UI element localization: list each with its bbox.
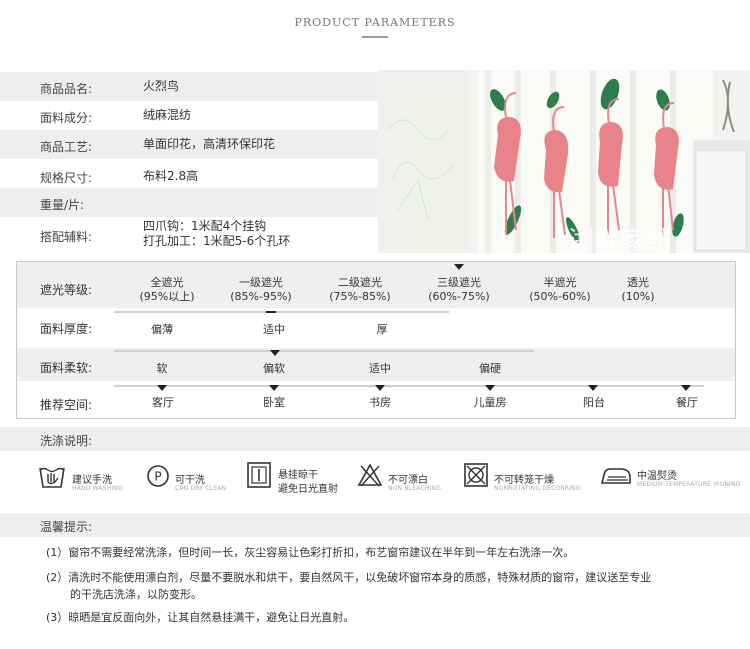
wash-label: 不可漂白 bbox=[388, 475, 428, 486]
param-label: 面料成分: bbox=[40, 111, 93, 125]
wash-label: 建议手洗 bbox=[72, 475, 112, 486]
param-value: 四爪钩：1米配4个挂钩 bbox=[143, 219, 267, 233]
param-label: 商品品名: bbox=[40, 82, 93, 96]
room-option: 客厅 bbox=[152, 396, 174, 409]
param-label: 商品工艺: bbox=[40, 140, 93, 154]
wash-label: 可干洗 bbox=[175, 475, 205, 486]
watermark: 湖畔家纺 bbox=[568, 227, 672, 253]
hang-dry-icon bbox=[247, 462, 271, 488]
iron-medium-icon bbox=[600, 468, 631, 484]
flamingo-curtain-image: 湖畔家纺 bbox=[378, 70, 750, 253]
hand-wash-icon bbox=[39, 467, 65, 488]
room-option: 餐厅 bbox=[676, 396, 698, 409]
thickness-option: 厚 bbox=[376, 323, 388, 336]
scale-bar bbox=[114, 311, 449, 313]
tip-item: (3）晾晒是宜反面向外，让其自然悬挂满干，避免让日光直射。 bbox=[46, 611, 355, 624]
page-title: PRODUCT PARAMETERS bbox=[294, 16, 456, 29]
selected-marker-icon bbox=[270, 350, 280, 356]
room-marker-icon bbox=[157, 385, 167, 391]
no-tumble-dry-icon bbox=[464, 463, 488, 487]
softness-option: 适中 bbox=[369, 362, 391, 375]
wash-label: 中温熨烫 bbox=[637, 471, 677, 482]
wash-sub: CAN DRY CLEAN bbox=[175, 485, 227, 492]
tips-title: 温馨提示: bbox=[40, 520, 93, 534]
room-option: 卧室 bbox=[263, 396, 285, 409]
rooms-row: 推荐空间: 客厅 卧室 书房 儿童房 阳台 餐厅 bbox=[17, 383, 735, 418]
product-photo: 湖畔家纺 bbox=[378, 70, 750, 253]
param-row: 商品品名: 火烈鸟 bbox=[0, 72, 378, 101]
dry-clean-icon: P bbox=[147, 465, 169, 487]
wash-sub: MEDIUM TEMPERATURE IRONING bbox=[637, 481, 741, 488]
param-row: 规格尺寸: 布料2.8高 bbox=[0, 159, 378, 188]
scale-bar bbox=[114, 385, 704, 387]
shading-option: 一级遮光 (85%-95%) bbox=[230, 276, 292, 303]
shading-label: 遮光等级: bbox=[40, 283, 93, 297]
selected-marker-icon bbox=[266, 311, 276, 313]
softness-option: 偏硬 bbox=[479, 362, 501, 375]
softness-option: 软 bbox=[156, 362, 168, 375]
washing-title: 洗涤说明: bbox=[40, 434, 93, 448]
room-marker-icon bbox=[375, 385, 385, 391]
shading-option: 全遮光 (95%以上) bbox=[139, 276, 195, 303]
wash-label: 悬挂晾干 bbox=[278, 470, 318, 481]
thickness-option: 偏薄 bbox=[151, 323, 173, 336]
shading-option: 二级遮光 (75%-85%) bbox=[329, 276, 391, 303]
thickness-label: 面料厚度: bbox=[40, 322, 93, 336]
washing-header: 洗涤说明: bbox=[0, 427, 750, 451]
tip-item: (1）窗帘不需要经常洗涤，但时间一长，灰尘容易让色彩打折扣，布艺窗帘建议在半年到… bbox=[46, 546, 575, 559]
shading-row: 遮光等级: 全遮光 (95%以上) 一级遮光 (85%-95%) 二级遮光 (75%-… bbox=[17, 262, 735, 308]
room-marker-icon bbox=[269, 385, 279, 391]
shading-option: 透光 (10%) bbox=[621, 276, 655, 303]
param-row: 搭配辅料: 四爪钩：1米配4个挂钩 打孔加工：1米配5-6个孔环 bbox=[0, 217, 378, 253]
wash-label: 不可转笼干燥 bbox=[494, 475, 554, 486]
no-bleach-icon bbox=[357, 463, 383, 487]
softness-label: 面料柔软: bbox=[40, 361, 93, 375]
room-marker-icon bbox=[588, 385, 598, 391]
softness-option: 偏软 bbox=[263, 362, 285, 375]
param-value: 单面印花，高清环保印花 bbox=[143, 137, 276, 151]
param-value-line2: 打孔加工：1米配5-6个孔环 bbox=[143, 234, 291, 248]
param-label: 搭配辅料: bbox=[40, 230, 93, 244]
tip-item: (2）清洗时不能使用漂白剂，尽量不要脱水和烘干，要自然风干，以免破坏窗帘本身的质… bbox=[46, 571, 652, 584]
param-label: 规格尺寸: bbox=[40, 171, 93, 185]
rooms-label: 推荐空间: bbox=[40, 398, 93, 412]
param-value: 布料2.8高 bbox=[143, 169, 199, 183]
shading-option: 三级遮光 (60%-75%) bbox=[428, 276, 490, 303]
room-option: 书房 bbox=[369, 396, 391, 409]
param-row: 重量/片: bbox=[0, 188, 378, 217]
param-label: 重量/片: bbox=[40, 198, 85, 212]
tips-header: 温馨提示: bbox=[0, 513, 750, 537]
tip-item-continued: 的干洗店洗涤，以防变形。 bbox=[70, 588, 202, 601]
shading-option: 半遮光 (50%-60%) bbox=[529, 276, 591, 303]
wash-sub: HAND WASHING bbox=[72, 485, 123, 492]
grading-box: 遮光等级: 全遮光 (95%以上) 一级遮光 (85%-95%) 二级遮光 (75%-… bbox=[16, 261, 736, 419]
softness-row: 面料柔软: 软 偏软 适中 偏硬 bbox=[17, 348, 735, 381]
param-row: 面料成分: 绒麻混纺 bbox=[0, 101, 378, 130]
thickness-row: 面料厚度: 偏薄 适中 厚 bbox=[17, 311, 735, 344]
param-value: 火烈鸟 bbox=[143, 79, 180, 93]
wash-sub: NONROTATING DECORRING bbox=[494, 485, 581, 492]
wash-sub: NON BLEACHING bbox=[388, 485, 442, 492]
svg-text:P: P bbox=[154, 470, 161, 484]
room-option: 儿童房 bbox=[473, 396, 507, 409]
scale-bar bbox=[114, 350, 534, 352]
wash-label-line2: 避免日光直射 bbox=[278, 484, 338, 495]
thickness-option: 适中 bbox=[263, 323, 285, 336]
param-row: 商品工艺: 单面印花，高清环保印花 bbox=[0, 130, 378, 159]
title-divider bbox=[362, 36, 388, 38]
room-option: 阳台 bbox=[583, 396, 605, 409]
room-marker-icon bbox=[681, 385, 691, 391]
selected-marker-icon bbox=[454, 264, 464, 270]
room-marker-icon bbox=[485, 385, 495, 391]
param-value: 绒麻混纺 bbox=[143, 108, 192, 122]
